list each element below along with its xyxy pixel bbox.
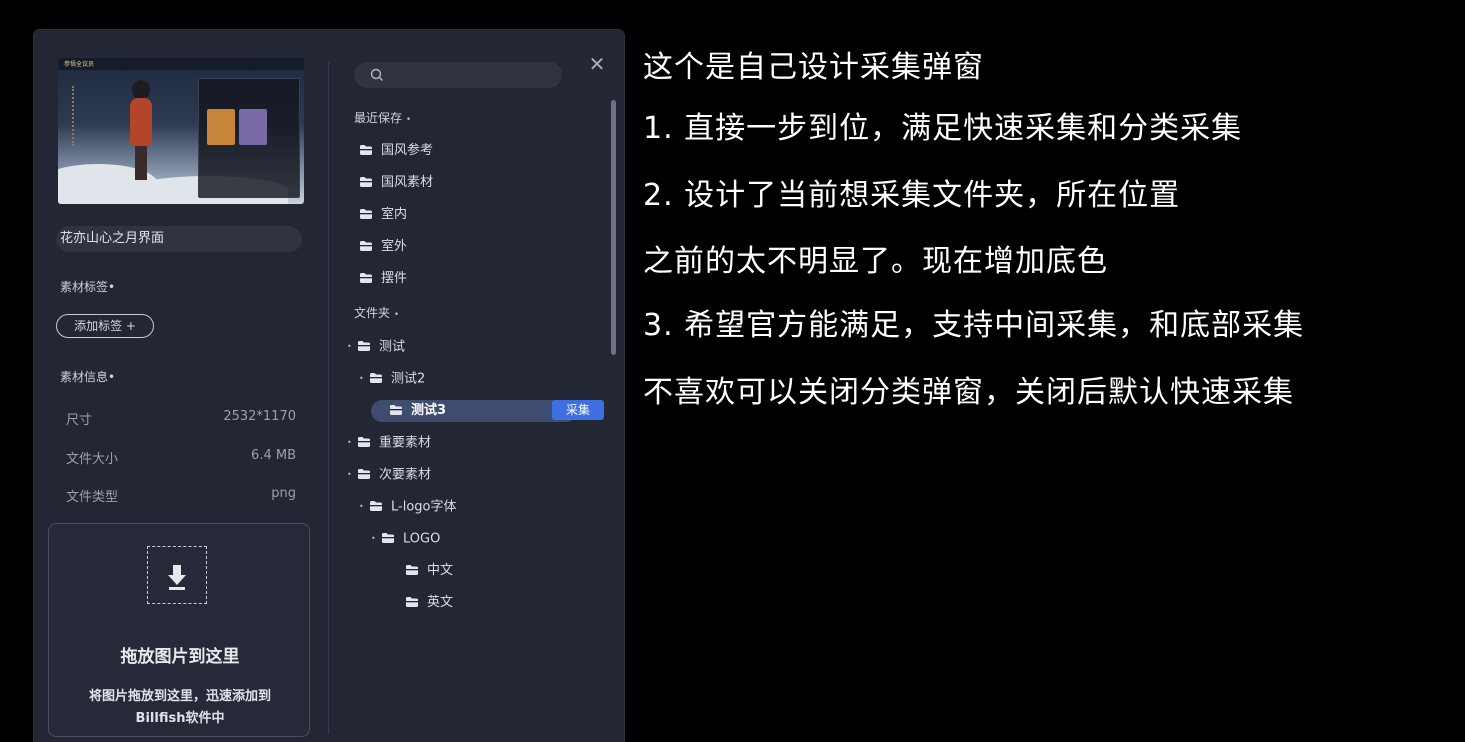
preview-character-body [130, 98, 152, 146]
preview-image-title: 参悟全议员 [64, 61, 95, 68]
search-icon [370, 68, 383, 81]
folder-item[interactable]: • 次要素材 [347, 464, 431, 486]
info-label-text: 素材信息 [60, 370, 109, 384]
drop-zone-description: 将图片拖放到这里，迅速添加到 Billfish软件中 [49, 686, 311, 730]
folder-item[interactable]: • 测试2 [359, 368, 425, 390]
asset-info-panel: 参悟全议员 花亦山心之月界面 素材标签• 添加标签 + 素材信息• 尺寸 253… [34, 30, 328, 742]
expand-chevron-icon[interactable]: • [347, 432, 357, 454]
folder-icon [370, 373, 382, 383]
expand-chevron-icon[interactable]: • [347, 464, 357, 486]
info-value: 2532*1170 [223, 409, 296, 424]
folder-item[interactable]: 英文 [395, 592, 453, 614]
folder-label: 次要素材 [379, 467, 432, 483]
recent-label-text: 最近保存 [354, 111, 403, 125]
recent-folder-item[interactable]: 室外 [359, 236, 407, 258]
drop-zone-title: 拖放图片到这里 [120, 647, 240, 667]
folder-icon [382, 533, 394, 543]
recent-folder-item[interactable]: 国风参考 [359, 140, 433, 162]
collect-button[interactable]: 采集 [552, 400, 604, 420]
info-key: 文件大小 [66, 452, 119, 467]
preview-character-head [132, 80, 150, 100]
expand-chevron-icon[interactable]: • [371, 528, 381, 550]
folder-label: L-logo字体 [391, 499, 457, 515]
note-line: 2. 设计了当前想采集文件夹，所在位置 [643, 178, 1181, 213]
info-key: 尺寸 [66, 413, 93, 428]
drop-zone-desc-line: Billfish软件中 [135, 711, 225, 726]
folder-label: 重要素材 [379, 435, 432, 451]
folder-label: 测试3 [411, 403, 447, 418]
recent-group-label: 最近保存 • [354, 111, 412, 125]
folder-panel: ✕ 最近保存 • 国风参考国风素材室内室外摆件 文件夹 • • 测试 • 测试2 测试3… [329, 30, 624, 742]
image-preview: 参悟全议员 [58, 58, 304, 204]
folder-label: 室外 [381, 239, 408, 254]
folder-label: 国风素材 [381, 175, 434, 190]
folder-item-selected[interactable]: 测试3 [371, 400, 577, 422]
folder-icon [358, 341, 370, 351]
preview-character-legs [135, 146, 147, 180]
recent-folder-item[interactable]: 室内 [359, 204, 407, 226]
info-value: 6.4 MB [251, 448, 296, 463]
folder-list-scrollbar[interactable] [611, 100, 616, 355]
folder-icon [406, 564, 418, 575]
folder-label: 测试 [379, 339, 406, 355]
folder-icon [358, 469, 370, 479]
folder-item[interactable]: • LOGO [371, 528, 440, 550]
search-input[interactable] [354, 62, 562, 88]
info-row-size: 尺寸 2532*1170 [66, 409, 296, 428]
expand-chevron-icon[interactable]: • [359, 496, 369, 518]
info-value: png [271, 486, 296, 501]
folder-label: 中文 [427, 563, 454, 578]
expand-chevron-icon[interactable]: • [347, 336, 357, 358]
folder-label: 国风参考 [381, 143, 434, 158]
folder-icon [360, 240, 372, 251]
info-row-file-type: 文件类型 png [66, 486, 296, 505]
tags-label-text: 素材标签 [60, 280, 109, 294]
folders-group-label: 文件夹 • [354, 306, 400, 320]
download-icon [147, 546, 207, 604]
folders-label-text: 文件夹 [354, 306, 391, 320]
folder-icon [360, 144, 372, 155]
folder-icon [360, 208, 372, 219]
info-row-file-size: 文件大小 6.4 MB [66, 448, 296, 467]
folder-label: LOGO [403, 531, 441, 547]
expand-chevron-icon[interactable]: • [359, 368, 369, 390]
preview-costume-tile [207, 109, 235, 145]
folder-icon [390, 404, 402, 415]
preview-side-icons [72, 86, 84, 146]
drop-zone[interactable]: 拖放图片到这里 将图片拖放到这里，迅速添加到 Billfish软件中 [48, 523, 310, 737]
folder-item[interactable]: • 测试 [347, 336, 405, 358]
recent-folder-item[interactable]: 国风素材 [359, 172, 433, 194]
preview-topbar: 参悟全议员 [58, 58, 304, 70]
folder-icon [360, 176, 372, 187]
add-tag-button[interactable]: 添加标签 + [56, 314, 154, 338]
folder-label: 英文 [427, 595, 454, 610]
folder-icon [358, 437, 370, 447]
asset-name-input[interactable]: 花亦山心之月界面 [56, 226, 302, 252]
preview-costume-tile [239, 109, 267, 145]
info-key: 文件类型 [66, 490, 119, 505]
note-line: 这个是自己设计采集弹窗 [643, 50, 984, 85]
preview-costume-panel [198, 78, 300, 198]
folder-icon [406, 596, 418, 607]
note-line: 3. 希望官方能满足，支持中间采集，和底部采集 [643, 308, 1305, 343]
info-section-label: 素材信息• [60, 370, 116, 384]
folder-label: 摆件 [381, 271, 408, 286]
note-line: 之前的太不明显了。现在增加底色 [643, 244, 1108, 279]
note-line: 1. 直接一步到位，满足快速采集和分类采集 [643, 111, 1243, 146]
folder-label: 室内 [381, 207, 408, 222]
close-icon[interactable]: ✕ [583, 50, 611, 78]
recent-folder-item[interactable]: 摆件 [359, 268, 407, 290]
folder-icon [360, 272, 372, 283]
folder-item[interactable]: • 重要素材 [347, 432, 431, 454]
folder-item[interactable]: 中文 [395, 560, 453, 582]
folder-item[interactable]: • L-logo字体 [359, 496, 456, 518]
folder-label: 测试2 [391, 371, 426, 387]
collect-dialog: 参悟全议员 花亦山心之月界面 素材标签• 添加标签 + 素材信息• 尺寸 253… [34, 30, 624, 742]
tags-section-label: 素材标签• [60, 280, 116, 294]
drop-zone-desc-line: 将图片拖放到这里，迅速添加到 [88, 689, 271, 704]
folder-icon [370, 501, 382, 511]
note-line: 不喜欢可以关闭分类弹窗，关闭后默认快速采集 [643, 375, 1294, 410]
